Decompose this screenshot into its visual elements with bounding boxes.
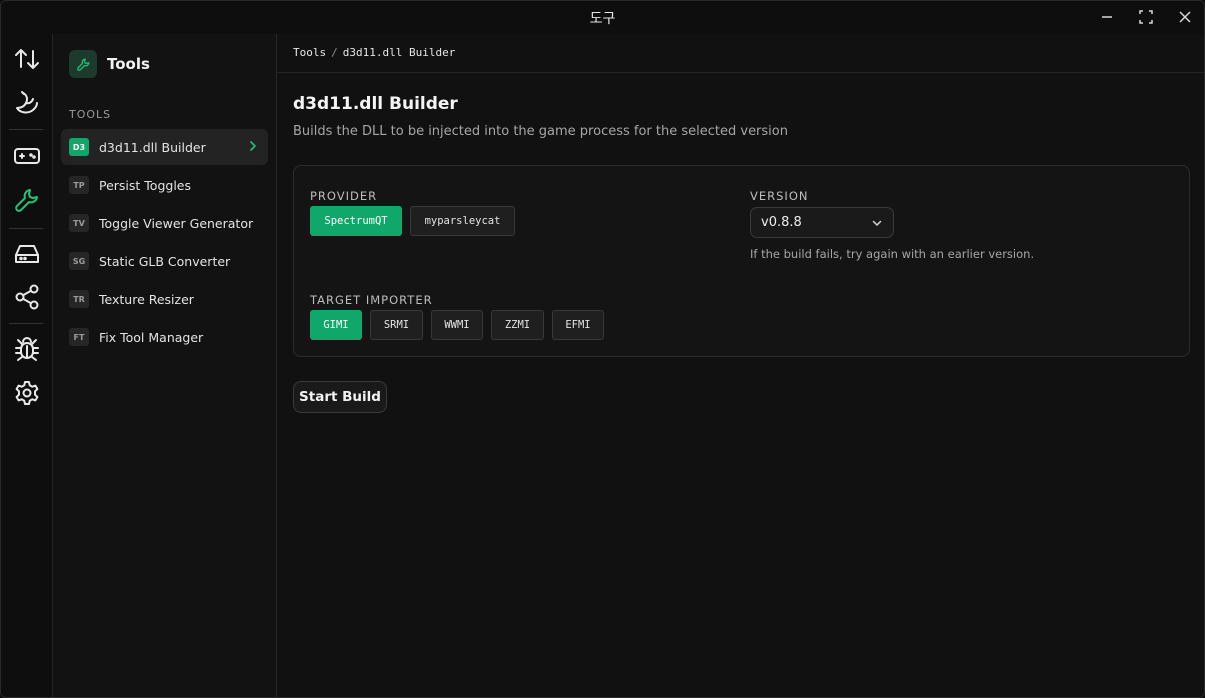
gear-icon — [15, 381, 39, 405]
maximize-button[interactable] — [1133, 5, 1159, 29]
version-hint: If the build fails, try again with an ea… — [750, 247, 1035, 261]
sidebar-item-persist-toggles[interactable]: TP Persist Toggles — [61, 167, 268, 203]
tools-sidebar: Tools TOOLS D3 d3d11.dll Builder TP Pers… — [53, 34, 277, 697]
sidebar-item-label: Texture Resizer — [99, 291, 194, 307]
breadcrumb: Tools / d3d11.dll Builder — [277, 34, 1204, 73]
start-build-button[interactable]: Start Build — [293, 381, 387, 413]
rail-debug-button[interactable] — [9, 331, 45, 367]
tool-badge: TV — [69, 214, 89, 232]
banana-icon — [16, 91, 38, 114]
importer-option-zzmi[interactable]: ZZMI — [491, 310, 544, 340]
minimize-button[interactable] — [1094, 5, 1120, 29]
sidebar-item-label: Persist Toggles — [99, 177, 191, 193]
icon-rail — [1, 34, 53, 697]
bug-icon — [15, 337, 39, 361]
sidebar-item-static-glb-converter[interactable]: SG Static GLB Converter — [61, 243, 268, 279]
version-select[interactable]: v0.8.8 — [750, 207, 894, 238]
tool-badge: FT — [69, 328, 89, 346]
tools-list: D3 d3d11.dll Builder TP Persist Toggles … — [61, 129, 268, 357]
sidebar-item-label: Fix Tool Manager — [99, 329, 204, 345]
provider-option-spectrumqt[interactable]: SpectrumQT — [310, 206, 402, 236]
sort-arrows-icon — [15, 49, 39, 69]
sidebar-header: Tools — [69, 50, 150, 78]
tool-badge: D3 — [69, 138, 89, 156]
sidebar-item-label: Static GLB Converter — [99, 253, 231, 269]
gamepad-icon — [14, 148, 40, 164]
sidebar-title: Tools — [107, 55, 150, 73]
main-content: Tools / d3d11.dll Builder d3d11.dll Builde… — [277, 34, 1204, 697]
build-options-card: PROVIDER SpectrumQT myparsleycat VERSION… — [293, 165, 1190, 357]
tools-header-icon — [69, 50, 97, 78]
tool-badge: TR — [69, 290, 89, 308]
breadcrumb-separator: / — [331, 46, 338, 59]
rail-banana-button[interactable] — [9, 85, 45, 121]
tool-badge: TP — [69, 176, 89, 194]
rail-sort-button[interactable] — [9, 41, 45, 77]
sidebar-item-label: d3d11.dll Builder — [99, 139, 206, 155]
wrench-icon — [76, 58, 89, 71]
window-title: 도구 — [589, 11, 616, 27]
importer-option-gimi[interactable]: GIMI — [310, 310, 362, 340]
importer-option-srmi[interactable]: SRMI — [370, 310, 423, 340]
importer-option-wwmi[interactable]: WWMI — [431, 310, 483, 340]
provider-option-myparsleycat[interactable]: myparsleycat — [410, 206, 515, 236]
version-label: VERSION — [750, 189, 809, 203]
chevron-right-icon — [250, 141, 256, 151]
title-bar: 도구 — [1, 1, 1204, 34]
minimize-icon — [1102, 16, 1112, 18]
sidebar-item-texture-resizer[interactable]: TR Texture Resizer — [61, 281, 268, 317]
rail-storage-button[interactable] — [9, 236, 45, 272]
page-subtitle: Builds the DLL to be injected into the g… — [293, 124, 788, 139]
importer-option-efmi[interactable]: EFMI — [552, 310, 604, 340]
maximize-icon — [1139, 10, 1153, 24]
sidebar-item-label: Toggle Viewer Generator — [99, 215, 254, 231]
rail-games-button[interactable] — [9, 138, 45, 174]
app-window: 도구 Tools TOOLS D3 d3d11.dll Builder TP P… — [0, 0, 1205, 698]
wrench-icon — [15, 189, 38, 212]
rail-divider — [9, 228, 43, 229]
rail-tools-button[interactable] — [9, 182, 45, 218]
drive-icon — [15, 245, 39, 263]
close-button[interactable] — [1172, 5, 1198, 29]
sidebar-item-toggle-viewer-generator[interactable]: TV Toggle Viewer Generator — [61, 205, 268, 241]
rail-divider — [9, 129, 43, 130]
breadcrumb-root[interactable]: Tools — [293, 46, 326, 59]
version-value: v0.8.8 — [761, 215, 802, 230]
share-icon — [15, 284, 39, 310]
rail-share-button[interactable] — [9, 279, 45, 315]
breadcrumb-current: d3d11.dll Builder — [342, 46, 456, 59]
provider-label: PROVIDER — [310, 189, 378, 203]
rail-divider — [9, 323, 43, 324]
sidebar-item-fix-tool-manager[interactable]: FT Fix Tool Manager — [61, 319, 268, 355]
sidebar-section-label: TOOLS — [69, 108, 112, 121]
chevron-down-icon — [872, 220, 882, 226]
target-importer-label: TARGET IMPORTER — [310, 293, 433, 307]
rail-settings-button[interactable] — [9, 375, 45, 411]
close-icon — [1179, 11, 1191, 23]
tool-badge: SG — [69, 252, 89, 270]
page-title: d3d11.dll Builder — [293, 94, 458, 114]
sidebar-item-d3d11-builder[interactable]: D3 d3d11.dll Builder — [61, 129, 268, 165]
